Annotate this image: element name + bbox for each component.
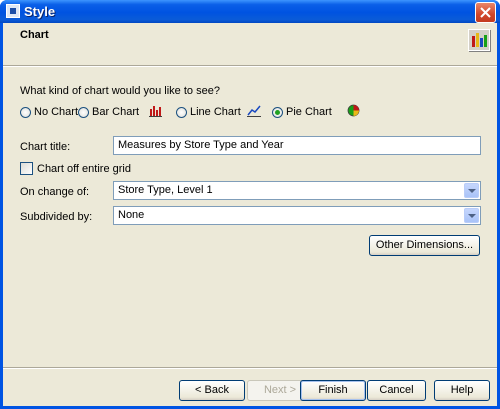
cancel-button[interactable]: Cancel <box>367 380 426 401</box>
bar-chart-icon <box>149 106 162 117</box>
help-button[interactable]: Help <box>434 380 490 401</box>
other-dimensions-button[interactable]: Other Dimensions... <box>369 235 480 256</box>
radio-line-chart-circle[interactable] <box>176 106 187 118</box>
window-title: Style <box>24 4 56 19</box>
radio-pie-chart-circle[interactable] <box>272 106 283 118</box>
line-chart-icon <box>247 105 261 117</box>
radio-line-chart[interactable]: Line Chart <box>176 105 241 119</box>
chevron-down-icon[interactable] <box>464 183 479 198</box>
finish-button[interactable]: Finish <box>300 380 366 401</box>
subdivided-by-value: None <box>118 209 145 221</box>
dialog-icon <box>6 4 20 18</box>
radio-no-chart-circle[interactable] <box>20 106 31 118</box>
title-bar[interactable]: Style <box>0 0 500 23</box>
chart-off-grid-checkbox[interactable] <box>20 162 33 175</box>
chart-off-grid-label: Chart off entire grid <box>37 163 131 175</box>
chart-wizard-icon <box>468 29 490 51</box>
radio-line-chart-label: Line Chart <box>190 106 241 118</box>
dialog-window: Style Chart What kind of chart would you… <box>0 0 500 409</box>
chart-type-question: What kind of chart would you like to see… <box>20 85 220 97</box>
dialog-body: Chart What kind of chart would you like … <box>3 23 497 406</box>
back-button[interactable]: < Back <box>179 380 245 401</box>
radio-pie-chart-label: Pie Chart <box>286 106 332 118</box>
on-change-of-value: Store Type, Level 1 <box>118 184 213 196</box>
on-change-of-select[interactable]: Store Type, Level 1 <box>113 181 481 200</box>
radio-bar-chart-circle[interactable] <box>78 106 89 118</box>
page-title: Chart <box>20 29 49 41</box>
pie-chart-icon <box>347 104 360 117</box>
radio-pie-chart[interactable]: Pie Chart <box>272 105 332 119</box>
subdivided-by-label: Subdivided by: <box>20 211 93 223</box>
on-change-of-label: On change of: <box>20 186 90 198</box>
close-icon <box>480 7 491 18</box>
subdivided-by-select[interactable]: None <box>113 206 481 225</box>
wizard-header: Chart <box>3 23 497 65</box>
radio-bar-chart[interactable]: Bar Chart <box>78 105 139 119</box>
chevron-down-icon[interactable] <box>464 208 479 223</box>
radio-no-chart-label: No Chart <box>34 106 79 118</box>
chart-title-label: Chart title: <box>20 141 71 153</box>
radio-no-chart[interactable]: No Chart <box>20 105 78 119</box>
close-button[interactable] <box>475 2 496 23</box>
radio-bar-chart-label: Bar Chart <box>92 106 140 118</box>
chart-title-input[interactable]: Measures by Store Type and Year <box>113 136 481 155</box>
